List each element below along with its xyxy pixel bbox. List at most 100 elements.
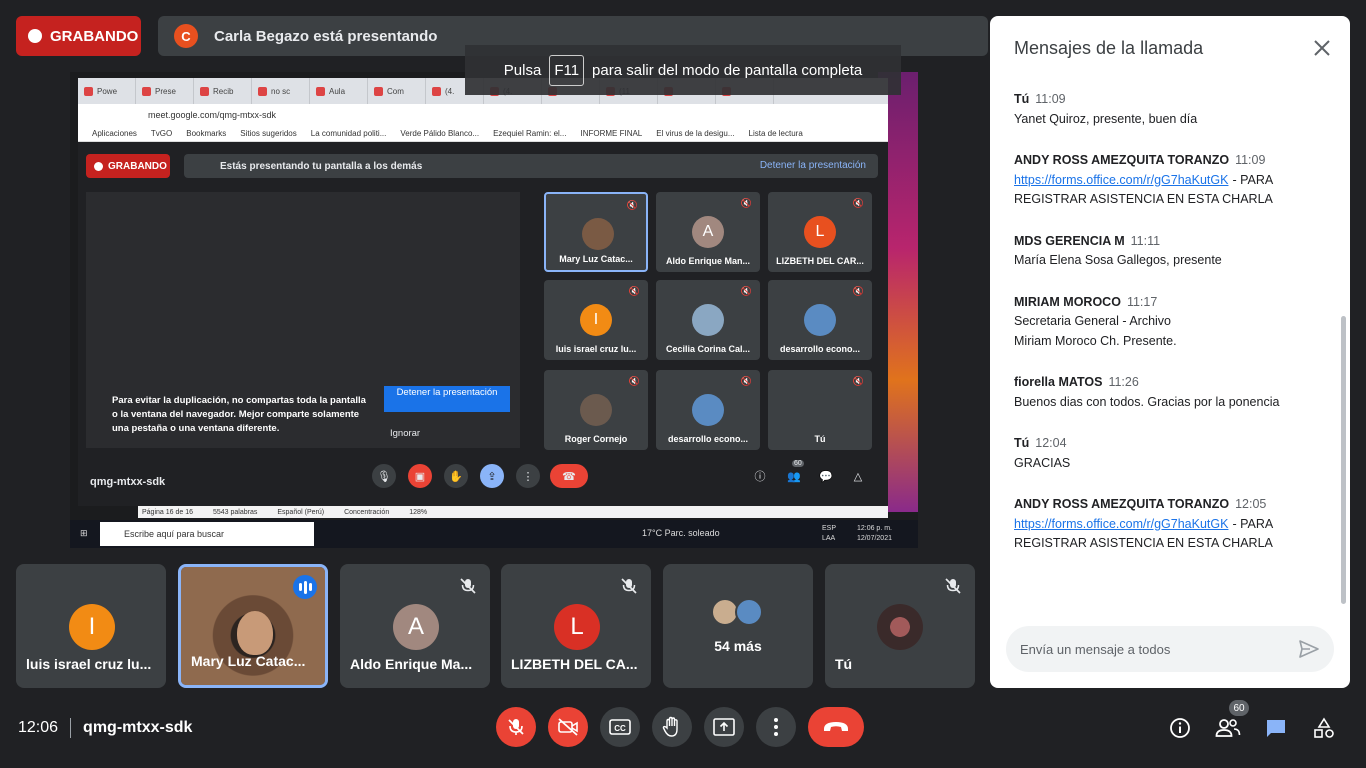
bookmark-item: Verde Pálido Blanco... xyxy=(400,129,480,138)
mic-off-icon: 🔇 xyxy=(852,198,864,208)
fullscreen-banner: Pulsa F11 para salir del modo de pantall… xyxy=(465,45,901,95)
camera-toggle-button[interactable] xyxy=(548,707,588,747)
word-status-item: Concentración xyxy=(344,508,390,516)
mic-off-icon xyxy=(460,578,476,594)
chat-message-list: Tú 11:09 Yanet Quiroz, presente, buen día A… xyxy=(1014,90,1328,576)
bookmark-item: TvGO xyxy=(150,129,173,138)
taskbar-lang: ESP LAA xyxy=(822,525,836,542)
word-status-item: Página 16 de 16 xyxy=(142,508,193,516)
participant-tile[interactable]: Mary Luz Catac... xyxy=(178,564,328,688)
chat-message-text: GRACIAS xyxy=(1014,455,1071,470)
meeting-code: qmg-mtxx-sdk xyxy=(83,719,193,736)
inner-participant-avatar xyxy=(804,304,836,336)
meeting-clock: 12:06 qmg-mtxx-sdk xyxy=(18,718,192,738)
bookmark-item: Aplicaciones xyxy=(92,129,137,138)
browser-tab-label: no sc xyxy=(271,86,291,96)
bookmark-item: Bookmarks xyxy=(186,129,227,138)
present-screen-icon xyxy=(713,718,735,736)
mic-off-icon: 🔇 xyxy=(740,198,752,208)
favicon-icon xyxy=(84,86,93,96)
taskbar-time: 12:06 p. m. xyxy=(856,525,892,532)
chat-message-text: Buenos dias con todos. Gracias por la po… xyxy=(1014,394,1280,409)
browser-tab-label: Powe xyxy=(97,86,118,96)
participant-tile[interactable]: L LIZBETH DEL CA... xyxy=(501,564,651,688)
recording-indicator: GRABANDO xyxy=(16,16,141,56)
send-icon[interactable] xyxy=(1298,639,1320,659)
presenter-avatar: C xyxy=(174,24,198,48)
captions-button[interactable]: CC xyxy=(600,707,640,747)
mic-off-icon xyxy=(945,578,961,594)
svg-text:CC: CC xyxy=(614,724,626,733)
browser-address-bar: meet.google.com/qmg-mtxx-sdk xyxy=(78,104,888,126)
inner-stop-link: Detener la presentación xyxy=(759,160,866,171)
word-status-bar: Página 16 de 16 5543 palabras Español (Per… xyxy=(138,506,888,518)
inner-participant-name: Aldo Enrique Man... xyxy=(665,256,750,266)
inner-participant-avatar: I xyxy=(580,304,612,336)
chat-message-header: ANDY ROSS AMEZQUITA TORANZO 12:05 xyxy=(1014,495,1328,515)
chat-title: Mensajes de la llamada xyxy=(1014,38,1204,58)
inner-participant-avatar xyxy=(582,218,614,250)
participant-tile[interactable]: Iluis israel cruz lu... xyxy=(16,564,166,688)
taskbar-clock: 12:06 p. m. 12/07/2021 xyxy=(842,524,892,544)
chat-sender: ANDY ROSS AMEZQUITA TORANZO xyxy=(1014,153,1230,167)
raise-hand-icon xyxy=(662,716,678,737)
inner-participant-avatar: A xyxy=(692,216,724,248)
chat-message-text: María Elena Sosa Gallegos, presente xyxy=(1014,253,1222,267)
fullscreen-banner-before: Pulsa xyxy=(503,61,542,79)
presenter-text: Carla Begazo está presentando xyxy=(214,27,438,45)
browser-tab-label: Recib xyxy=(213,86,234,96)
inner-participant-avatar: L xyxy=(804,216,836,248)
chat-message: ANDY ROSS AMEZQUITA TORANZO 11:09 https://… xyxy=(1014,151,1328,210)
chat-scrollbar[interactable] xyxy=(1341,316,1346,604)
leave-call-button[interactable] xyxy=(808,707,864,747)
raise-hand-button[interactable] xyxy=(652,707,692,747)
closed-captions-icon: CC xyxy=(609,719,631,735)
chat-time: 12:05 xyxy=(1235,497,1267,511)
fullscreen-key: F11 xyxy=(549,54,585,86)
people-button[interactable] xyxy=(1214,714,1242,742)
chat-message: MDS GERENCIA M 11:11 María Elena Sosa Gall… xyxy=(1014,232,1328,271)
participant-tile[interactable]: Tú xyxy=(825,564,975,688)
participant-tile[interactable]: 54 más xyxy=(663,564,813,688)
fullscreen-banner-after: para salir del modo de pantalla completa xyxy=(592,61,863,79)
mic-off-icon xyxy=(508,719,524,735)
camera-off-icon xyxy=(558,718,578,736)
participant-name: Aldo Enrique Ma... xyxy=(350,656,473,672)
participant-name: Tú xyxy=(835,656,853,672)
more-options-button[interactable] xyxy=(756,707,796,747)
inner-participant-name: desarrollo econo... xyxy=(779,344,861,354)
favicon-icon xyxy=(316,86,325,96)
inner-activities-icon: △ xyxy=(853,470,863,483)
more-vert-icon xyxy=(774,718,778,736)
chat-message-input[interactable]: Envía un mensaje a todos xyxy=(1006,626,1334,672)
self-avatar xyxy=(877,604,923,650)
chat-link[interactable]: https://forms.office.com/r/gG7haKutGK xyxy=(1014,173,1228,187)
inner-participant-name: LIZBETH DEL CAR... xyxy=(776,256,864,266)
browser-tab-label: Aula xyxy=(329,86,346,96)
bookmark-item: El virus de la desigu... xyxy=(656,129,735,138)
chat-time: 11:17 xyxy=(1126,294,1158,309)
meeting-details-button[interactable] xyxy=(1166,714,1194,742)
windows-taskbar: ⊞ Escribe aquí para buscar 17°C Parc. so… xyxy=(70,520,918,548)
participant-name: LIZBETH DEL CA... xyxy=(511,656,638,672)
inner-info-icon: ⓘ xyxy=(754,471,766,483)
chat-link[interactable]: https://forms.office.com/r/gG7haKutGK xyxy=(1014,517,1228,531)
taskbar-date: 12/07/2021 xyxy=(856,535,892,542)
participant-avatar: I xyxy=(69,604,115,650)
close-icon[interactable] xyxy=(1312,38,1332,58)
chat-message-text: REGISTRAR ASISTENCIA EN ESTA CHARLA xyxy=(1014,536,1273,550)
mic-off-icon: 🔇 xyxy=(628,286,640,296)
mic-off-icon xyxy=(621,578,637,594)
present-now-button[interactable] xyxy=(704,707,744,747)
participant-tile[interactable]: A Aldo Enrique Ma... xyxy=(340,564,490,688)
chat-time: 11:09 xyxy=(1235,153,1266,167)
chat-button[interactable] xyxy=(1262,714,1290,742)
mic-off-icon: 🔇 xyxy=(628,376,640,386)
activities-icon xyxy=(1314,717,1334,738)
microphone-toggle-button[interactable] xyxy=(496,707,536,747)
chat-input-placeholder: Envía un mensaje a todos xyxy=(1020,641,1171,657)
chat-time: 12:04 xyxy=(1035,436,1067,450)
bookmark-item: Ezequiel Ramin: el... xyxy=(493,129,567,138)
chat-message-header: ANDY ROSS AMEZQUITA TORANZO 11:09 xyxy=(1014,151,1328,171)
activities-button[interactable] xyxy=(1310,714,1338,742)
